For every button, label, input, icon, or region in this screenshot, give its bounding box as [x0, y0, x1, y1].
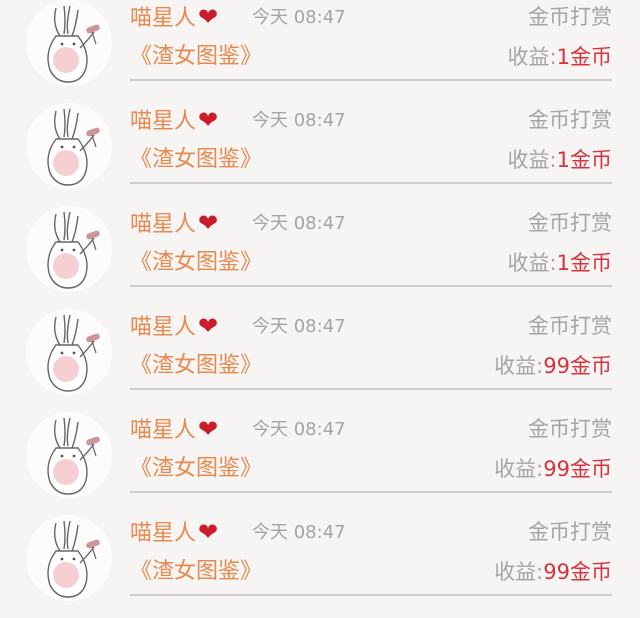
timestamp: 今天 08:47	[252, 316, 346, 337]
earnings-label: 收益:	[507, 45, 557, 69]
divider	[130, 491, 612, 493]
book-title[interactable]: 《渣女图鉴》	[130, 557, 262, 587]
earnings-amount: 99金币	[543, 354, 612, 378]
username[interactable]: 喵星人❤	[130, 414, 218, 446]
username[interactable]: 喵星人❤	[130, 2, 218, 34]
avatar[interactable]	[26, 206, 112, 292]
username[interactable]: 喵星人❤	[130, 517, 218, 549]
divider	[130, 79, 612, 81]
divider	[130, 182, 612, 184]
divider	[130, 388, 612, 390]
reward-type: 金币打赏	[528, 314, 612, 338]
earnings-label: 收益:	[494, 354, 544, 378]
username[interactable]: 喵星人❤	[130, 208, 218, 240]
heart-icon: ❤	[198, 415, 219, 443]
earnings-label: 收益:	[507, 251, 557, 275]
timestamp: 今天 08:47	[252, 7, 346, 28]
earnings: 收益:1金币	[508, 248, 612, 278]
heart-icon: ❤	[198, 312, 219, 340]
reward-row[interactable]: 喵星人❤ 今天 08:47 金币打赏 《渣女图鉴》 收益:99金币	[0, 515, 640, 618]
reward-row[interactable]: 喵星人❤ 今天 08:47 金币打赏 《渣女图鉴》 收益:1金币	[0, 206, 640, 309]
username[interactable]: 喵星人❤	[130, 105, 218, 137]
timestamp: 今天 08:47	[252, 419, 346, 440]
avatar[interactable]	[26, 309, 112, 395]
earnings-label: 收益:	[494, 457, 544, 481]
earnings-amount: 99金币	[543, 560, 612, 584]
earnings: 收益:99金币	[494, 557, 612, 587]
earnings: 收益:99金币	[494, 351, 612, 381]
divider	[130, 285, 612, 287]
username[interactable]: 喵星人❤	[130, 311, 218, 343]
heart-icon: ❤	[198, 106, 219, 134]
timestamp: 今天 08:47	[252, 110, 346, 131]
reward-row[interactable]: 喵星人❤ 今天 08:47 金币打赏 《渣女图鉴》 收益:1金币	[0, 103, 640, 206]
avatar[interactable]	[26, 412, 112, 498]
avatar[interactable]	[26, 515, 112, 601]
reward-type: 金币打赏	[528, 211, 612, 235]
book-title[interactable]: 《渣女图鉴》	[130, 248, 262, 278]
reward-row[interactable]: 喵星人❤ 今天 08:47 金币打赏 《渣女图鉴》 收益:99金币	[0, 309, 640, 412]
earnings: 收益:99金币	[494, 454, 612, 484]
earnings-amount: 1金币	[556, 148, 612, 172]
heart-icon: ❤	[198, 518, 219, 546]
reward-type: 金币打赏	[528, 108, 612, 132]
earnings-label: 收益:	[494, 560, 544, 584]
earnings-amount: 1金币	[556, 45, 612, 69]
book-title[interactable]: 《渣女图鉴》	[130, 42, 262, 72]
timestamp: 今天 08:47	[252, 522, 346, 543]
reward-list: 喵星人❤ 今天 08:47 金币打赏 《渣女图鉴》 收益:1金币 喵星人❤ 今天…	[0, 0, 640, 601]
heart-icon: ❤	[198, 3, 219, 31]
reward-type: 金币打赏	[528, 5, 612, 29]
earnings-amount: 1金币	[556, 251, 612, 275]
reward-row[interactable]: 喵星人❤ 今天 08:47 金币打赏 《渣女图鉴》 收益:1金币	[0, 0, 640, 103]
book-title[interactable]: 《渣女图鉴》	[130, 454, 262, 484]
reward-type: 金币打赏	[528, 417, 612, 441]
book-title[interactable]: 《渣女图鉴》	[130, 145, 262, 175]
earnings-label: 收益:	[507, 148, 557, 172]
avatar[interactable]	[26, 103, 112, 189]
heart-icon: ❤	[198, 209, 219, 237]
reward-type: 金币打赏	[528, 520, 612, 544]
earnings: 收益:1金币	[508, 42, 612, 72]
timestamp: 今天 08:47	[252, 213, 346, 234]
avatar[interactable]	[26, 0, 112, 86]
earnings-amount: 99金币	[543, 457, 612, 481]
earnings: 收益:1金币	[508, 145, 612, 175]
book-title[interactable]: 《渣女图鉴》	[130, 351, 262, 381]
reward-row[interactable]: 喵星人❤ 今天 08:47 金币打赏 《渣女图鉴》 收益:99金币	[0, 412, 640, 515]
